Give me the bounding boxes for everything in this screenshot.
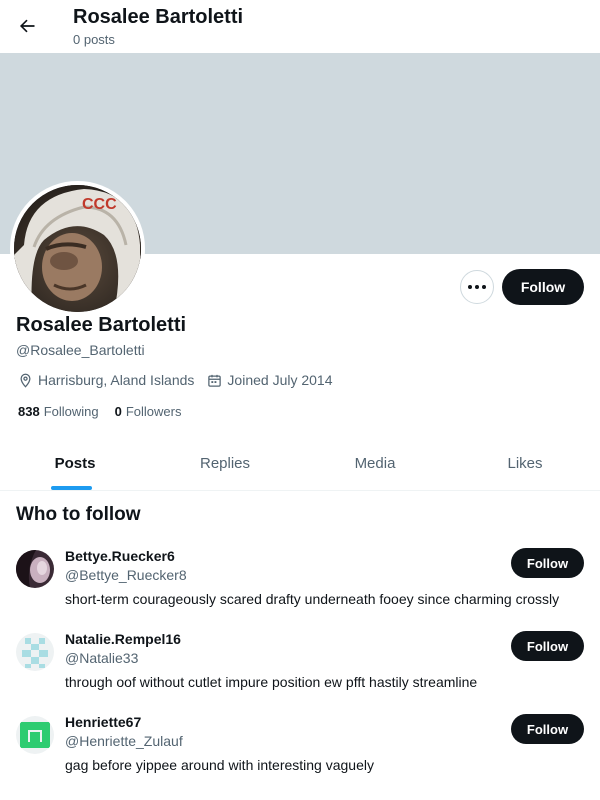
tab-label: Posts xyxy=(54,455,96,472)
header-title: Rosalee Bartoletti xyxy=(73,6,244,28)
following-count: 838 xyxy=(18,404,40,419)
active-tab-indicator xyxy=(51,486,92,490)
more-options-button[interactable] xyxy=(460,270,494,304)
suggestion-handle: @Natalie33 xyxy=(65,650,139,666)
location-item: Harrisburg, Aland Islands xyxy=(18,372,194,388)
more-dot xyxy=(482,285,486,289)
follow-button[interactable]: Follow xyxy=(511,631,584,661)
avatar-helmet-lettering: CCC xyxy=(82,196,117,213)
suggestion-bio: gag before yippee around with interestin… xyxy=(65,757,374,773)
more-horizontal-icon xyxy=(468,285,472,289)
suggestion-item[interactable]: Henriette67 @Henriette_Zulauf gag before… xyxy=(0,712,600,795)
suggestion-name[interactable]: Natalie.Rempel16 xyxy=(65,631,181,647)
tab-label: Media xyxy=(354,455,396,472)
suggestion-bio: short-term courageously scared drafty un… xyxy=(65,591,560,607)
tab-replies[interactable]: Replies xyxy=(150,437,300,490)
profile-stats: 838 Following 0 Followers xyxy=(18,404,197,419)
suggestion-bio: through oof without cutlet impure positi… xyxy=(65,674,478,690)
avatar-image xyxy=(16,716,54,754)
suggestion-handle: @Henriette_Zulauf xyxy=(65,733,183,749)
suggestion-name[interactable]: Bettye.Ruecker6 xyxy=(65,548,175,564)
suggestion-handle: @Bettye_Ruecker8 xyxy=(65,567,187,583)
joined-item: Joined July 2014 xyxy=(207,372,333,388)
tab-label: Replies xyxy=(199,455,251,472)
profile-name: Rosalee Bartoletti xyxy=(16,314,187,336)
tab-likes[interactable]: Likes xyxy=(450,437,600,490)
joined-text: Joined July 2014 xyxy=(227,372,333,388)
more-dot xyxy=(475,285,479,289)
follow-button[interactable]: Follow xyxy=(511,714,584,744)
suggestion-item[interactable]: Natalie.Rempel16 @Natalie33 through oof … xyxy=(0,629,600,712)
tab-media[interactable]: Media xyxy=(300,437,450,490)
back-button[interactable] xyxy=(10,9,44,43)
followers-label: Followers xyxy=(125,404,182,419)
avatar-image xyxy=(16,550,54,588)
suggestion-avatar[interactable] xyxy=(16,716,54,754)
profile-avatar[interactable]: CCC xyxy=(10,181,145,316)
who-to-follow-title: Who to follow xyxy=(16,504,141,525)
follow-button[interactable]: Follow xyxy=(511,548,584,578)
suggestion-item[interactable]: Bettye.Ruecker6 @Bettye_Ruecker8 short-t… xyxy=(0,546,600,629)
top-header: Rosalee Bartoletti 0 posts xyxy=(0,0,600,53)
suggestion-avatar[interactable] xyxy=(16,550,54,588)
calendar-icon xyxy=(208,374,222,387)
suggestion-avatar[interactable] xyxy=(16,633,54,671)
following-link[interactable]: 838 Following xyxy=(18,404,99,419)
tab-posts[interactable]: Posts xyxy=(0,437,150,490)
follow-button[interactable]: Follow xyxy=(502,269,584,305)
followers-link[interactable]: 0 Followers xyxy=(115,404,182,419)
profile-handle: @Rosalee_Bartoletti xyxy=(16,342,145,358)
profile-tabs: Posts Replies Media Likes xyxy=(0,437,600,491)
following-label: Following xyxy=(43,404,99,419)
avatar-image xyxy=(16,633,54,671)
header-posts-count: 0 posts xyxy=(73,32,115,47)
followers-count: 0 xyxy=(114,404,122,419)
profile-meta: Harrisburg, Aland Islands Joined July 20… xyxy=(18,370,346,390)
tab-label: Likes xyxy=(507,455,543,472)
avatar-image: CCC xyxy=(14,185,141,312)
location-pin-icon xyxy=(20,373,31,388)
suggestion-name[interactable]: Henriette67 xyxy=(65,714,141,730)
arrow-left-icon xyxy=(19,19,35,33)
location-text: Harrisburg, Aland Islands xyxy=(38,372,195,388)
